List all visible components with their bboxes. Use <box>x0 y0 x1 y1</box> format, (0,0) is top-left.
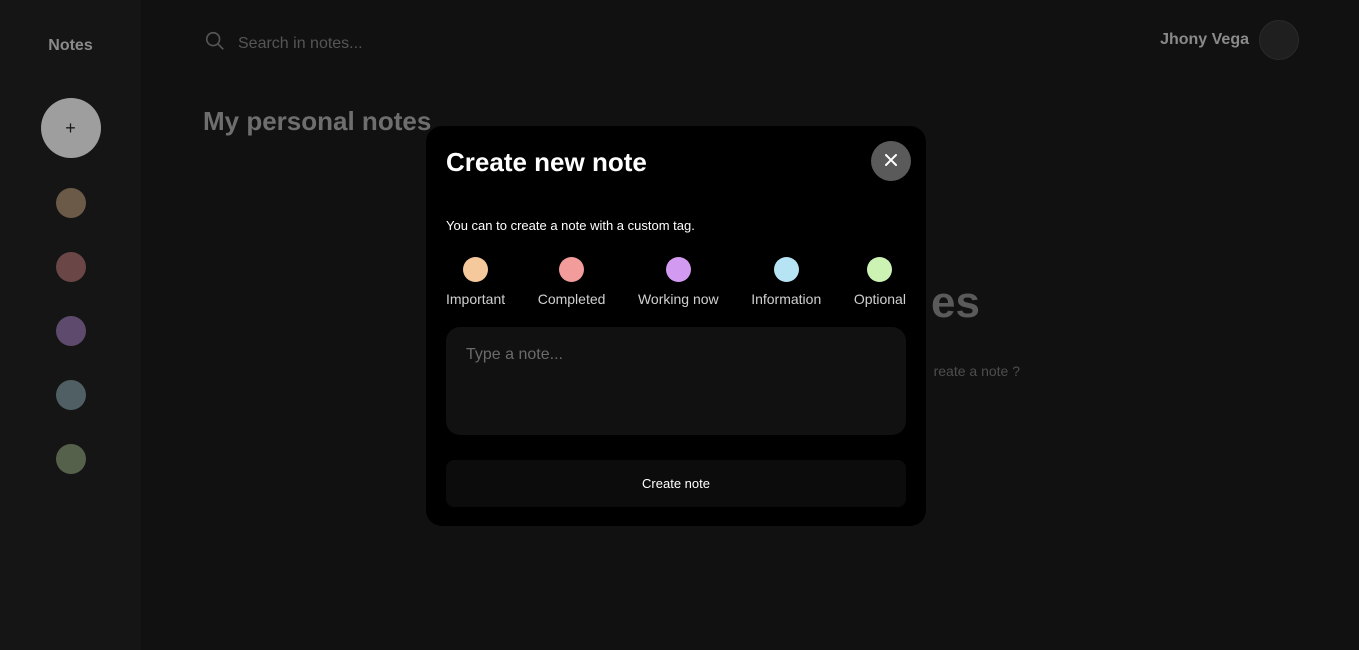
add-note-button[interactable]: + <box>40 98 101 158</box>
sidebar: Notes + <box>0 0 141 650</box>
brand-title: Notes <box>48 37 93 54</box>
tag-swatch <box>463 257 489 282</box>
tag-option-information[interactable]: Information <box>751 257 821 307</box>
user-name: Jhony Vega <box>1160 31 1249 48</box>
sidebar-tag-optional[interactable] <box>55 444 86 474</box>
note-textarea[interactable] <box>446 327 906 435</box>
tag-option-important[interactable]: Important <box>446 257 505 307</box>
tag-label: Working now <box>637 291 719 307</box>
search-input[interactable] <box>238 34 538 53</box>
tag-swatch <box>867 257 893 282</box>
tag-option-working-now[interactable]: Working now <box>638 257 719 307</box>
avatar[interactable] <box>1259 20 1299 60</box>
search-icon <box>204 30 226 57</box>
sidebar-tag-working-now[interactable] <box>55 316 86 346</box>
create-note-button[interactable]: Create note <box>446 460 906 507</box>
modal-title: Create new note <box>446 147 647 177</box>
tag-swatch <box>665 257 691 282</box>
page-title: My personal notes <box>203 106 432 136</box>
app-root: Notes + Jhony Vega My personal notes es … <box>0 0 1359 650</box>
search-bar <box>204 30 538 57</box>
sidebar-tag-important[interactable] <box>55 188 86 218</box>
tag-option-completed[interactable]: Completed <box>537 257 606 307</box>
tag-options: Important Completed Working now Informat… <box>446 257 906 307</box>
tag-swatch <box>559 257 585 282</box>
user-menu[interactable]: Jhony Vega <box>1160 20 1299 60</box>
tag-label: Optional <box>853 291 906 307</box>
tag-swatch <box>773 257 799 282</box>
close-icon <box>884 153 898 170</box>
tag-label: Completed <box>537 291 606 307</box>
sidebar-tag-information[interactable] <box>55 380 86 410</box>
tag-option-optional[interactable]: Optional <box>854 257 906 307</box>
tag-label: Information <box>751 291 822 307</box>
close-button[interactable] <box>871 141 911 181</box>
tag-label: Important <box>446 291 506 307</box>
sidebar-tag-completed[interactable] <box>55 252 86 282</box>
create-note-modal: Create new note You can to create a note… <box>426 126 926 526</box>
modal-description: You can to create a note with a custom t… <box>446 218 695 233</box>
